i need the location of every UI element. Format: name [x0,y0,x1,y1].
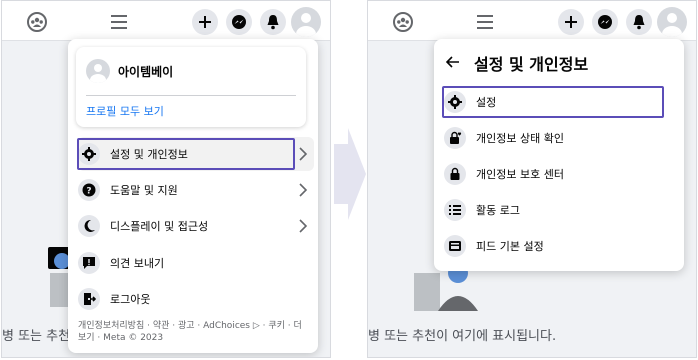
profile-card[interactable]: 아이템베이 프로필 모두 보기 [76,47,306,127]
feed-icon [444,235,466,257]
footer-links[interactable]: 개인정보처리방침 · 약관 · 광고 · AdChoices ▷ · 쿠키 · … [78,320,308,344]
menu-item-privacy-checkup[interactable]: 개인정보 상태 확인 [444,121,674,155]
moon-icon [78,215,100,237]
profile-name: 아이템베이 [118,64,174,79]
menu-item-label: 로그아웃 [110,293,151,306]
menu-item-feedback[interactable]: 의견 보내기 [78,246,314,280]
menu-item-label: 개인정보 보호 센터 [476,168,564,181]
chevron-right-icon [298,182,308,202]
background-placeholder-text: 병 또는 추천 [2,329,71,344]
see-all-profiles-link[interactable]: 프로필 모두 보기 [86,103,164,119]
list-icon [444,199,466,221]
menu-item-privacy-center[interactable]: 개인정보 보호 센터 [444,157,674,191]
profile-avatar [86,59,110,83]
arrow-right-icon [334,128,366,224]
question-icon: ? [78,179,100,201]
groups-icon[interactable] [24,9,50,35]
messenger-icon[interactable] [226,9,252,35]
menu-item-activity-log[interactable]: 활동 로그 [444,193,674,227]
divider [86,95,296,96]
background-placeholder-text: 병 또는 추천이 여기에 표시됩니다. [368,329,557,344]
menu-item-display-accessibility[interactable]: 디스플레이 및 접근성 [78,209,314,243]
svg-text:?: ? [86,187,91,197]
account-dropdown: 아이템베이 프로필 모두 보기 설정 및 개인정보 ? 도움말 및 지원 디스플… [68,39,318,353]
left-screenshot: 병 또는 추천 아이템베이 프로필 모두 보기 설정 및 개인정보 ? 도움말 [1,0,331,358]
menu-item-help-support[interactable]: ? 도움말 및 지원 [78,173,314,207]
panel-title: 설정 및 개인정보 [474,55,589,74]
menu-item-label: 활동 로그 [476,204,520,217]
menu-item-label: 의견 보내기 [110,257,165,270]
logout-icon [78,288,100,310]
lock-icon [444,163,466,185]
bell-icon[interactable] [260,9,286,35]
highlight-box [77,138,295,170]
account-avatar[interactable] [291,7,321,37]
chevron-right-icon [298,146,308,166]
menu-icon[interactable] [472,9,498,35]
plus-icon[interactable] [192,9,218,35]
groups-icon[interactable] [390,9,416,35]
top-bar [368,1,696,41]
highlight-box [442,86,664,118]
menu-item-label: 도움말 및 지원 [110,184,178,197]
account-avatar[interactable] [657,7,687,37]
menu-item-label: 디스플레이 및 접근성 [110,220,209,233]
right-screenshot: 병 또는 추천이 여기에 표시됩니다. 설정 및 개인정보 설정 개인정보 상태… [367,0,697,358]
bell-icon[interactable] [626,9,652,35]
plus-icon[interactable] [558,9,584,35]
messenger-icon[interactable] [592,9,618,35]
menu-item-label: 피드 기본 설정 [476,240,544,253]
lock-heart-icon [444,127,466,149]
menu-item-feed-preferences[interactable]: 피드 기본 설정 [444,229,674,263]
menu-icon[interactable] [106,9,132,35]
feedback-icon [78,252,100,274]
chevron-right-icon [298,218,308,238]
top-bar [2,1,330,41]
back-arrow-icon[interactable] [445,54,460,73]
settings-privacy-panel: 설정 및 개인정보 설정 개인정보 상태 확인 개인정보 보호 센터 활동 로그… [434,39,684,271]
menu-item-logout[interactable]: 로그아웃 [78,282,314,316]
menu-item-label: 개인정보 상태 확인 [476,132,564,145]
